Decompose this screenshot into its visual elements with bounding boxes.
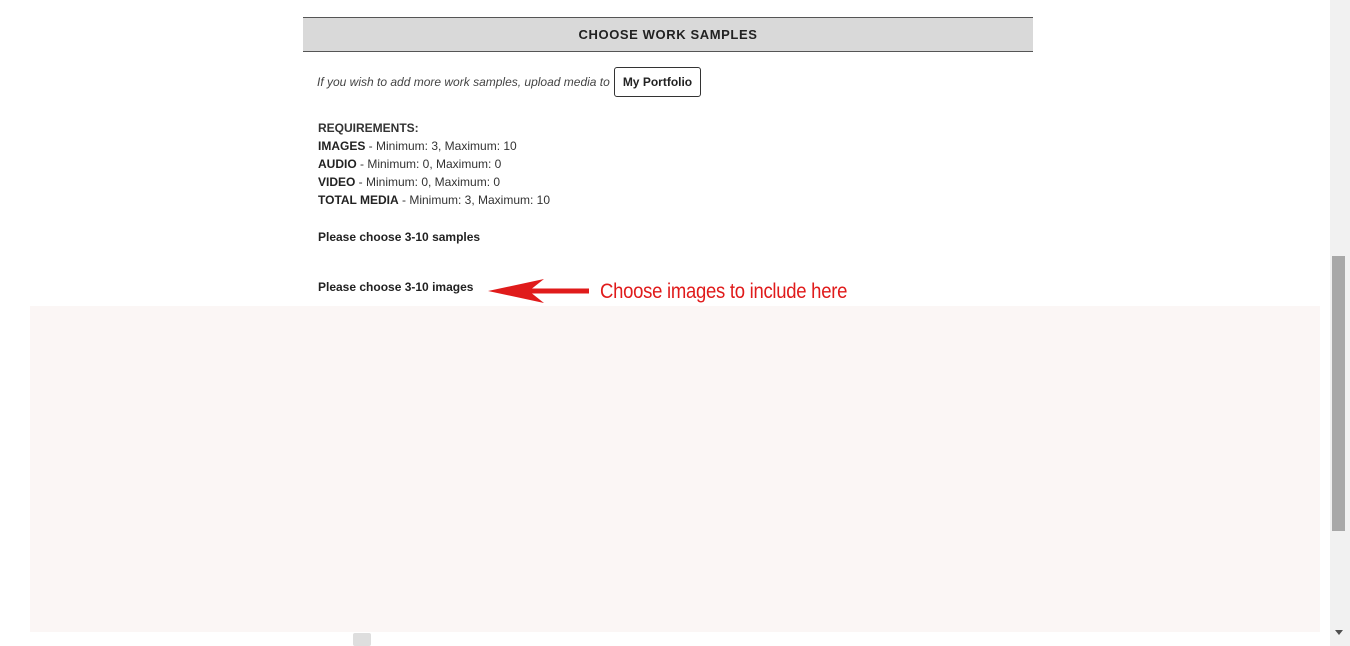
small-placeholder <box>353 633 371 646</box>
scroll-down-arrow-icon[interactable] <box>1335 630 1343 635</box>
requirement-label: AUDIO <box>318 157 357 171</box>
requirement-text: - Minimum: 0, Maximum: 0 <box>355 175 501 189</box>
requirement-text: - Minimum: 0, Maximum: 0 <box>356 157 502 171</box>
choose-images-prompt: Please choose 3-10 images <box>318 280 474 294</box>
upload-hint-text: If you wish to add more work samples, up… <box>317 75 610 89</box>
requirements-heading: REQUIREMENTS: <box>318 121 419 135</box>
requirement-label: TOTAL MEDIA <box>318 193 399 207</box>
choose-samples-prompt: Please choose 3-10 samples <box>318 230 481 244</box>
requirement-audio: AUDIO - Minimum: 0, Maximum: 0 <box>318 155 550 173</box>
requirement-images: IMAGES - Minimum: 3, Maximum: 10 <box>318 137 550 155</box>
my-portfolio-button[interactable]: My Portfolio <box>613 67 702 97</box>
annotation-text: Choose images to include here <box>600 280 848 303</box>
requirement-video: VIDEO - Minimum: 0, Maximum: 0 <box>318 173 550 191</box>
image-selection-area[interactable] <box>30 306 1320 632</box>
requirement-text: - Minimum: 3, Maximum: 10 <box>398 193 551 207</box>
section-title: CHOOSE WORK SAMPLES <box>578 27 758 42</box>
upload-line: If you wish to add more work samples, up… <box>317 67 702 97</box>
work-samples-section: CHOOSE WORK SAMPLES If you wish to add m… <box>303 17 1033 294</box>
requirement-text: - Minimum: 3, Maximum: 10 <box>365 139 517 153</box>
annotation-arrow-icon <box>488 279 589 303</box>
requirement-total-media: TOTAL MEDIA - Minimum: 3, Maximum: 10 <box>318 191 550 209</box>
vertical-scrollbar[interactable] <box>1330 0 1350 646</box>
scrollbar-thumb[interactable] <box>1332 256 1345 531</box>
section-header: CHOOSE WORK SAMPLES <box>303 17 1033 52</box>
page: CHOOSE WORK SAMPLES If you wish to add m… <box>0 0 1350 646</box>
requirements-block: REQUIREMENTS: IMAGES - Minimum: 3, Maxim… <box>318 119 550 209</box>
requirement-label: IMAGES <box>318 139 366 153</box>
requirement-label: VIDEO <box>318 175 356 189</box>
